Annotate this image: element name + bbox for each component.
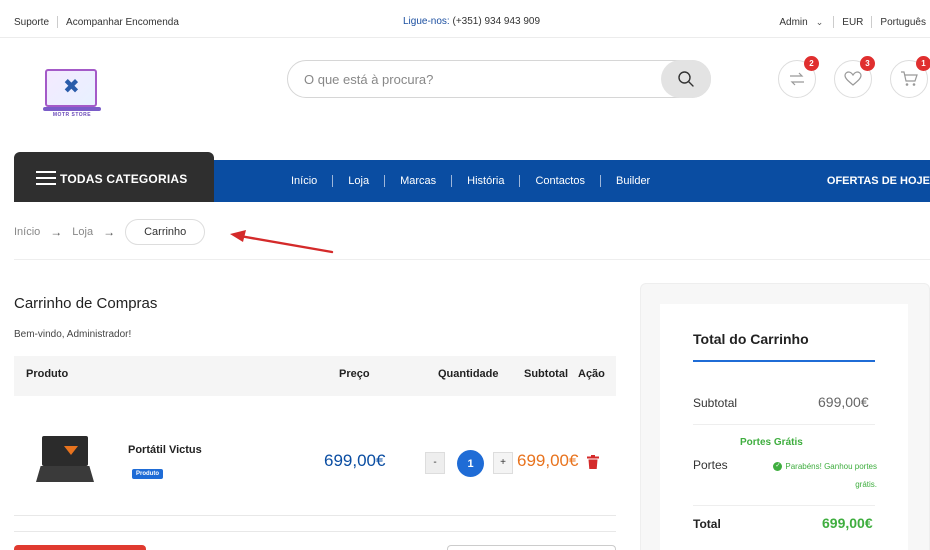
menu-icon <box>36 171 56 185</box>
divider <box>14 531 616 532</box>
compare-arrows-icon <box>790 72 804 86</box>
check-circle-icon: ✓ <box>773 462 783 472</box>
divider <box>57 16 59 28</box>
cart-table-header: Produto Preço Quantidade Subtotal Ação <box>14 356 616 396</box>
column-header-subtotal: Subtotal <box>524 368 568 380</box>
language-selector[interactable]: Português <box>880 17 926 28</box>
product-subtotal: 699,00€ <box>517 451 579 470</box>
account-menu[interactable]: Admin <box>779 17 807 28</box>
divider <box>693 424 875 425</box>
breadcrumb-current: Carrinho <box>125 219 206 245</box>
search-bar: O que está à procura? <box>287 60 711 98</box>
top-bar: Suporte Acompanhar Encomenda Ligue-nos: … <box>0 0 930 38</box>
top-bar-left-links: Suporte Acompanhar Encomenda <box>14 16 179 28</box>
nav-item-loja[interactable]: Loja <box>348 175 369 187</box>
laptop-screen <box>42 436 88 466</box>
page-title: Carrinho de Compras <box>14 295 158 312</box>
nav-menu: Início Loja Marcas História Contactos Bu… <box>291 175 650 187</box>
breadcrumb-home[interactable]: Início <box>14 226 40 238</box>
cart-icon <box>901 71 918 86</box>
wishlist-count-badge: 3 <box>860 56 875 71</box>
cart-count-badge: 1 <box>916 56 930 71</box>
divider <box>14 259 930 260</box>
quantity-increase-button[interactable]: + <box>493 452 513 474</box>
logo-screen: ✖ <box>45 69 97 107</box>
wishlist-button[interactable]: 3 <box>834 56 875 98</box>
arrow-right-icon: → <box>103 225 116 239</box>
all-categories-label: TODAS CATEGORIAS <box>60 172 188 186</box>
track-order-link[interactable]: Acompanhar Encomenda <box>66 17 179 28</box>
divider <box>833 16 835 28</box>
nav-divider <box>451 175 453 187</box>
product-thumbnail[interactable] <box>36 436 94 484</box>
nav-item-marcas[interactable]: Marcas <box>400 175 436 187</box>
logo-text: MOTR STORE <box>52 112 92 118</box>
nav-divider <box>384 175 386 187</box>
subtotal-value: 699,00€ <box>818 394 869 410</box>
free-shipping-label: Portes Grátis <box>740 437 803 448</box>
total-value: 699,00€ <box>822 515 873 531</box>
divider <box>871 16 873 28</box>
table-row: Portátil Victus Produto 699,00€ - 1 + 69… <box>14 398 616 516</box>
shipping-label: Portes <box>693 458 728 472</box>
quantity-decrease-button[interactable]: - <box>425 452 445 474</box>
breadcrumb-shop[interactable]: Loja <box>72 226 93 238</box>
column-header-price: Preço <box>339 368 370 380</box>
title-underline <box>693 360 875 362</box>
update-cart-button[interactable] <box>447 545 616 550</box>
column-header-product: Produto <box>26 368 69 380</box>
contact-phone[interactable]: Ligue-nos: (+351) 934 943 909 <box>403 16 540 27</box>
search-button[interactable] <box>661 60 711 98</box>
cart-totals-title: Total do Carrinho <box>693 331 809 347</box>
product-name[interactable]: Portátil Victus <box>128 444 202 456</box>
nav-item-historia[interactable]: História <box>467 175 504 187</box>
breadcrumb: Início → Loja → Carrinho <box>14 218 206 246</box>
call-label: Ligue-nos: <box>403 16 450 27</box>
heart-icon <box>844 71 862 86</box>
search-icon <box>678 71 694 87</box>
currency-selector[interactable]: EUR <box>842 17 863 28</box>
compare-count-badge: 2 <box>804 56 819 71</box>
product-price: 699,00€ <box>324 451 386 470</box>
total-label: Total <box>693 517 721 531</box>
arrow-right-icon: → <box>50 225 63 239</box>
nav-divider <box>599 175 601 187</box>
support-link[interactable]: Suporte <box>14 17 49 28</box>
search-input[interactable]: O que está à procura? <box>304 72 433 87</box>
nav-divider <box>332 175 334 187</box>
laptop-keyboard <box>36 466 94 482</box>
welcome-message: Bem-vindo, Administrador! <box>14 329 132 340</box>
nav-item-contactos[interactable]: Contactos <box>535 175 585 187</box>
product-tag-badge: Produto <box>132 469 163 479</box>
logo-laptop-base <box>43 107 101 111</box>
phone-number: (+351) 934 943 909 <box>452 16 541 27</box>
all-categories-button[interactable]: TODAS CATEGORIAS <box>14 152 214 202</box>
annotation-arrow-icon <box>230 230 334 254</box>
shipping-message-text: Parabéns! Ganhou portes grátis. <box>785 462 877 489</box>
laptop-logo <box>64 446 78 455</box>
nav-item-builder[interactable]: Builder <box>616 175 650 187</box>
column-header-quantity: Quantidade <box>438 368 499 380</box>
trash-icon[interactable] <box>587 455 599 469</box>
divider <box>693 505 875 506</box>
cart-button[interactable]: 1 <box>890 56 930 98</box>
logo-scooter-icon: ✖ <box>63 76 80 98</box>
quantity-value[interactable]: 1 <box>457 450 484 477</box>
cart-action-button[interactable] <box>14 545 146 550</box>
shipping-message: ✓ Parabéns! Ganhou portes grátis. <box>765 458 877 494</box>
top-bar-right: Admin ⌄ EUR Português <box>779 16 926 28</box>
compare-button[interactable]: 2 <box>778 56 819 98</box>
chevron-down-icon[interactable]: ⌄ <box>816 17 824 28</box>
store-logo[interactable]: ✖ MOTR STORE <box>43 67 101 118</box>
nav-divider <box>519 175 521 187</box>
subtotal-label: Subtotal <box>693 396 738 410</box>
todays-offers-link[interactable]: OFERTAS DE HOJE <box>827 175 930 187</box>
nav-item-inicio[interactable]: Início <box>291 175 317 187</box>
column-header-action: Ação <box>578 368 605 380</box>
